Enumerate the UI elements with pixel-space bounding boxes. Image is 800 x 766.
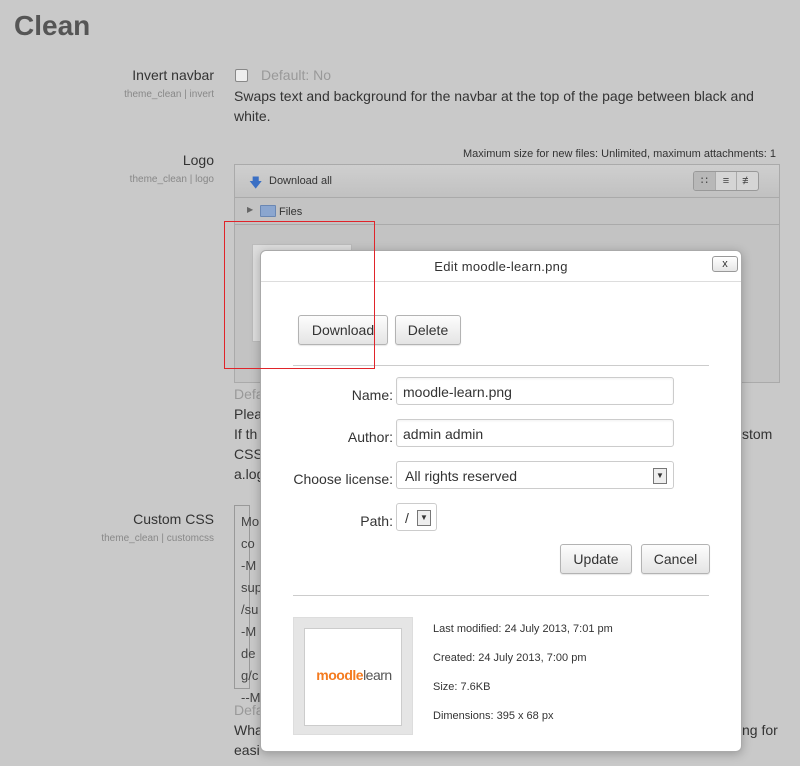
author-label: Author: xyxy=(347,429,393,445)
divider xyxy=(293,595,709,596)
folder-icon xyxy=(260,205,276,217)
close-icon[interactable]: x xyxy=(712,256,738,272)
update-button[interactable]: Update xyxy=(560,544,632,574)
invert-navbar-sublabel: theme_clean | invert xyxy=(124,89,214,100)
custom-css-label: Custom CSS xyxy=(133,511,214,527)
path-select-value: / xyxy=(405,510,409,526)
license-select[interactable]: All rights reserved ▼ xyxy=(396,461,674,489)
name-label: Name: xyxy=(351,387,393,403)
invert-navbar-checkbox[interactable] xyxy=(235,69,248,82)
tree-view-icon[interactable]: ≢ xyxy=(737,172,758,190)
invert-navbar-default: Default: No xyxy=(261,67,332,83)
delete-button[interactable]: Delete xyxy=(395,315,461,345)
last-modified-text: Last modified: 24 July 2013, 7:01 pm xyxy=(433,623,613,635)
file-preview: moodlelearn xyxy=(293,617,413,735)
custom-css-desc-line1: Wha xyxy=(234,722,263,738)
created-text: Created: 24 July 2013, 7:00 pm xyxy=(433,652,587,664)
dimensions-text: Dimensions: 395 x 68 px xyxy=(433,710,554,722)
chevron-down-icon: ▼ xyxy=(417,510,431,526)
invert-navbar-label: Invert navbar xyxy=(132,67,214,83)
moodle-learn-logo: moodlelearn xyxy=(316,667,392,683)
files-path-label[interactable]: Files xyxy=(279,206,302,218)
chevron-down-icon: ▼ xyxy=(653,468,667,484)
list-view-icon[interactable]: ≡ xyxy=(716,172,738,190)
view-mode-buttons: ∷ ≡ ≢ xyxy=(693,171,759,191)
logo-desc-line2: If th xyxy=(234,426,258,442)
logo-desc-line3: CSS xyxy=(234,446,263,462)
logo-desc-line2-end: stom xyxy=(742,426,773,442)
filemanager-toolbar: 🡇 Download all ∷ ≡ ≢ xyxy=(235,165,779,198)
path-label: Path: xyxy=(360,513,393,529)
download-all-link[interactable]: Download all xyxy=(269,175,332,187)
license-label: Choose license: xyxy=(293,471,393,487)
license-select-value: All rights reserved xyxy=(405,468,518,484)
logo-sublabel: theme_clean | logo xyxy=(129,174,214,185)
name-field[interactable]: moodle-learn.png xyxy=(396,377,674,405)
expand-arrow-icon[interactable]: ▶ xyxy=(247,205,253,214)
page-title: Clean xyxy=(14,10,91,41)
highlight-box xyxy=(224,221,375,369)
custom-css-desc-line1-end: ng for xyxy=(742,722,778,738)
logo-label: Logo xyxy=(182,152,214,168)
preview-image: moodlelearn xyxy=(304,628,402,726)
size-text: Size: 7.6KB xyxy=(433,681,491,693)
custom-css-content: Mo co -M sup /su -M de g/c --M xyxy=(241,514,262,705)
custom-css-desc-line2: easi xyxy=(234,742,260,758)
invert-navbar-description: Swaps text and background for the navbar… xyxy=(234,88,754,124)
path-select[interactable]: / ▼ xyxy=(396,503,437,531)
download-icon[interactable]: 🡇 xyxy=(249,174,262,196)
filemanager-max-size: Maximum size for new files: Unlimited, m… xyxy=(463,148,776,160)
grid-view-icon[interactable]: ∷ xyxy=(694,172,716,190)
author-field[interactable]: admin admin xyxy=(396,419,674,447)
custom-css-sublabel: theme_clean | customcss xyxy=(101,533,214,544)
logo-desc-line1: Plea xyxy=(234,406,263,422)
cancel-button[interactable]: Cancel xyxy=(641,544,710,574)
